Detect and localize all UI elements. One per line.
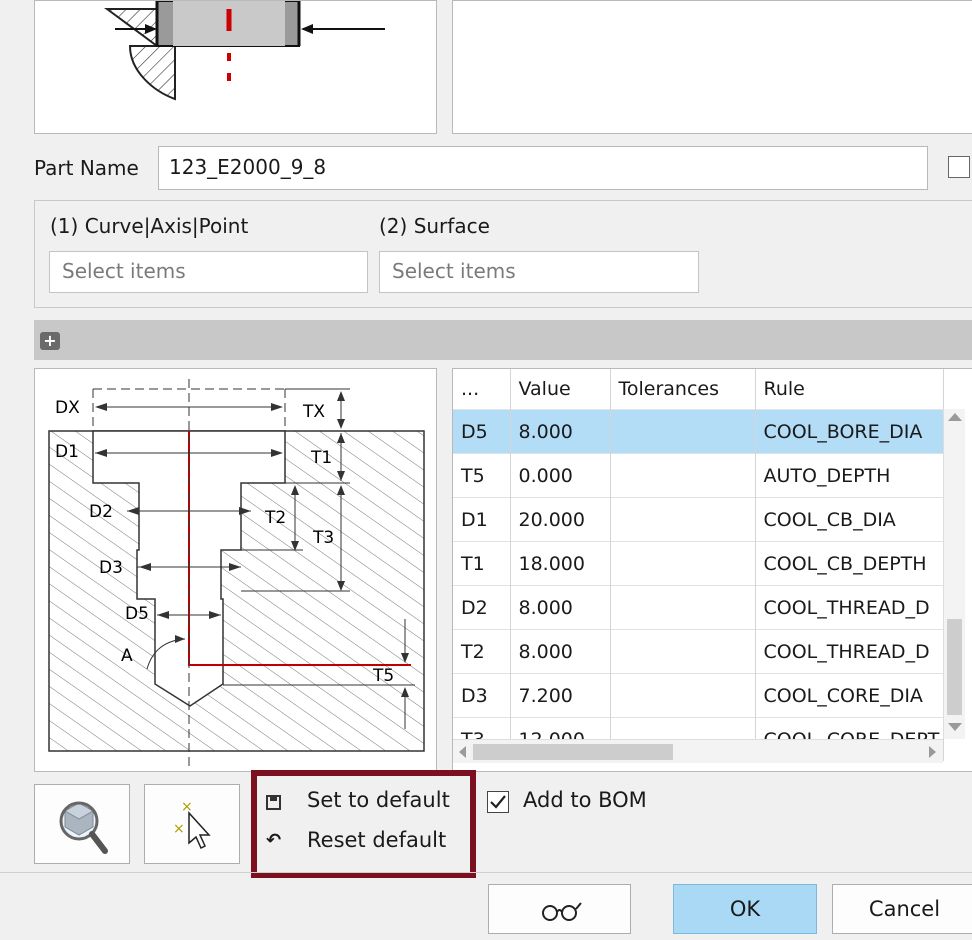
surface-label: (2) Surface — [379, 214, 490, 238]
pick-cursor-icon: × × — [173, 799, 211, 850]
param-value[interactable]: 0.000 — [510, 453, 611, 498]
param-tolerance[interactable] — [610, 541, 756, 586]
collapsible-section-bar[interactable] — [34, 320, 972, 360]
param-value[interactable]: 7.200 — [510, 673, 611, 718]
preview-detail-panel — [452, 0, 972, 134]
table-header-row: ... Value Tolerances Rule — [453, 369, 944, 410]
horizontal-scroll-thumb[interactable] — [473, 744, 673, 760]
table-row[interactable]: T1 18.000 COOL_CB_DEPTH — [453, 541, 944, 586]
table-row[interactable]: D2 8.000 COOL_THREAD_D — [453, 585, 944, 630]
column-header-name[interactable]: ... — [453, 369, 511, 410]
part-name-label: Part Name — [34, 156, 139, 180]
table-row[interactable]: T2 8.000 COOL_THREAD_D — [453, 629, 944, 674]
dim-label-d1: D1 — [55, 442, 79, 462]
column-header-rule[interactable]: Rule — [755, 369, 944, 410]
table-row[interactable]: D5 8.000 COOL_BORE_DIA — [453, 409, 944, 454]
param-name: T2 — [453, 629, 511, 674]
hole-diagram-panel: DX TX D1 T1 T3 D2 T2 D3 D5 A T5 — [34, 368, 437, 772]
preview-zoom-button[interactable] — [34, 784, 130, 864]
column-header-tolerances[interactable]: Tolerances — [610, 369, 756, 410]
scroll-left-icon[interactable] — [459, 746, 466, 758]
param-rule[interactable]: COOL_CB_DIA — [755, 497, 944, 542]
ok-button[interactable]: OK — [673, 884, 817, 934]
param-name: D1 — [453, 497, 511, 542]
magnifier-cube-icon — [59, 801, 108, 854]
glasses-icon — [542, 902, 582, 921]
dim-label-d3: D3 — [99, 558, 123, 578]
param-tolerance[interactable] — [610, 453, 756, 498]
part-name-checkbox[interactable] — [948, 156, 970, 178]
part-name-input[interactable]: 123_E2000_9_8 — [158, 146, 928, 190]
preview-image-panel — [34, 0, 437, 134]
undo-icon: ↶ — [266, 830, 282, 851]
curve-axis-point-label: (1) Curve|Axis|Point — [50, 214, 249, 238]
param-rule[interactable]: COOL_THREAD_D — [755, 629, 944, 674]
horizontal-scrollbar[interactable] — [453, 739, 943, 763]
dim-label-d5: D5 — [125, 604, 149, 624]
table-row[interactable]: T5 0.000 AUTO_DEPTH — [453, 453, 944, 498]
param-name: T1 — [453, 541, 511, 586]
param-name: D5 — [453, 409, 511, 454]
expand-plus-icon[interactable]: + — [40, 332, 60, 350]
surface-select-field[interactable]: Select items — [379, 251, 699, 293]
param-rule[interactable]: COOL_CORE_DIA — [755, 673, 944, 718]
pick-point-button[interactable]: × × — [144, 784, 240, 864]
reset-default-item[interactable]: ↶ Reset default — [266, 828, 466, 858]
param-name: D3 — [453, 673, 511, 718]
defaults-highlight-box — [251, 770, 476, 878]
dim-label-a: A — [121, 646, 133, 666]
set-default-item[interactable]: Set to default — [266, 788, 466, 818]
dim-label-t2: T2 — [264, 508, 286, 528]
dim-label-t5: T5 — [372, 666, 394, 686]
curve-select-field[interactable]: Select items — [49, 251, 368, 293]
param-name: T5 — [453, 453, 511, 498]
svg-text:×: × — [173, 821, 185, 837]
param-rule[interactable]: COOL_THREAD_D — [755, 585, 944, 630]
dim-label-d2: D2 — [89, 502, 113, 522]
dim-label-dx: DX — [55, 398, 80, 418]
dim-label-t1: T1 — [310, 448, 332, 468]
param-tolerance[interactable] — [610, 629, 756, 674]
svg-text:×: × — [181, 799, 193, 815]
param-tolerance[interactable] — [610, 497, 756, 542]
param-rule[interactable]: COOL_CB_DEPTH — [755, 541, 944, 586]
dim-label-t3: T3 — [312, 528, 334, 548]
table-row[interactable]: D1 20.000 COOL_CB_DIA — [453, 497, 944, 542]
scroll-up-icon[interactable] — [948, 413, 962, 421]
hole-dimension-diagram: DX TX D1 T1 T3 D2 T2 D3 D5 A T5 — [48, 379, 425, 767]
param-value[interactable]: 8.000 — [510, 409, 611, 454]
scroll-down-icon[interactable] — [948, 723, 962, 731]
parameter-table: ... Value Tolerances Rule D5 8.000 COOL_… — [453, 369, 944, 761]
param-value[interactable]: 18.000 — [510, 541, 611, 586]
parameter-table-panel: ... Value Tolerances Rule D5 8.000 COOL_… — [452, 368, 972, 772]
set-default-label: Set to default — [307, 788, 450, 812]
hole-preview-image — [103, 0, 385, 101]
add-to-bom-checkbox[interactable] — [487, 791, 509, 813]
add-to-bom-label: Add to BOM — [523, 788, 647, 812]
footer-separator — [0, 872, 972, 873]
param-tolerance[interactable] — [610, 585, 756, 630]
param-name: D2 — [453, 585, 511, 630]
table-row[interactable]: D3 7.200 COOL_CORE_DIA — [453, 673, 944, 718]
reset-default-label: Reset default — [307, 828, 447, 852]
save-icon — [266, 795, 281, 810]
param-value[interactable]: 8.000 — [510, 585, 611, 630]
column-header-value[interactable]: Value — [510, 369, 611, 410]
cancel-button[interactable]: Cancel — [832, 884, 972, 934]
param-tolerance[interactable] — [610, 409, 756, 454]
vertical-scrollbar[interactable] — [943, 409, 965, 739]
checkmark-icon — [490, 795, 506, 809]
scroll-right-icon[interactable] — [929, 746, 936, 758]
param-tolerance[interactable] — [610, 673, 756, 718]
vertical-scroll-thumb[interactable] — [947, 619, 962, 715]
param-rule[interactable]: COOL_BORE_DIA — [755, 409, 944, 454]
param-value[interactable]: 8.000 — [510, 629, 611, 674]
param-rule[interactable]: AUTO_DEPTH — [755, 453, 944, 498]
dim-label-tx: TX — [302, 402, 325, 422]
param-value[interactable]: 20.000 — [510, 497, 611, 542]
preview-glasses-button[interactable] — [488, 884, 631, 934]
